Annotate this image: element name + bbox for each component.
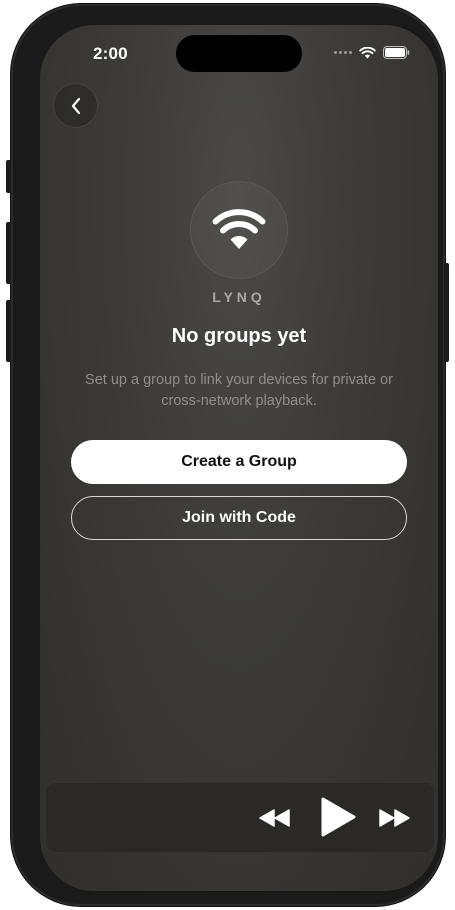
fast-forward-button[interactable]	[376, 804, 412, 832]
status-bar: 2:00	[40, 25, 438, 81]
mini-player	[45, 782, 435, 853]
status-time: 2:00	[93, 44, 128, 63]
play-button[interactable]	[316, 793, 360, 841]
logo-badge	[190, 181, 288, 279]
wifi-icon	[212, 209, 266, 249]
volume-up-button	[6, 222, 11, 284]
empty-state-title: No groups yet	[171, 325, 307, 347]
fast-forward-icon	[379, 809, 410, 827]
battery-icon	[383, 46, 410, 59]
signal-dots-icon	[334, 51, 352, 54]
app-screen: 2:00 LYNQ No groups yet Set up a group t…	[40, 25, 438, 891]
status-icons	[334, 46, 410, 59]
wifi-icon	[359, 46, 376, 58]
dynamic-island	[176, 35, 302, 72]
rewind-button[interactable]	[257, 804, 293, 832]
back-button[interactable]	[53, 83, 98, 128]
join-with-code-button[interactable]: Join with Code	[71, 496, 407, 540]
power-button	[444, 263, 449, 362]
play-icon	[321, 797, 356, 837]
chevron-left-icon	[71, 97, 80, 114]
empty-state-description: Set up a group to link your devices for …	[85, 372, 393, 409]
brand-name: LYNQ	[212, 289, 266, 305]
phone-frame: 2:00 LYNQ No groups yet Set up a group t…	[11, 4, 445, 906]
action-button	[6, 160, 11, 193]
volume-down-button	[6, 300, 11, 362]
rewind-icon	[259, 809, 290, 827]
create-group-button[interactable]: Create a Group	[71, 440, 407, 484]
